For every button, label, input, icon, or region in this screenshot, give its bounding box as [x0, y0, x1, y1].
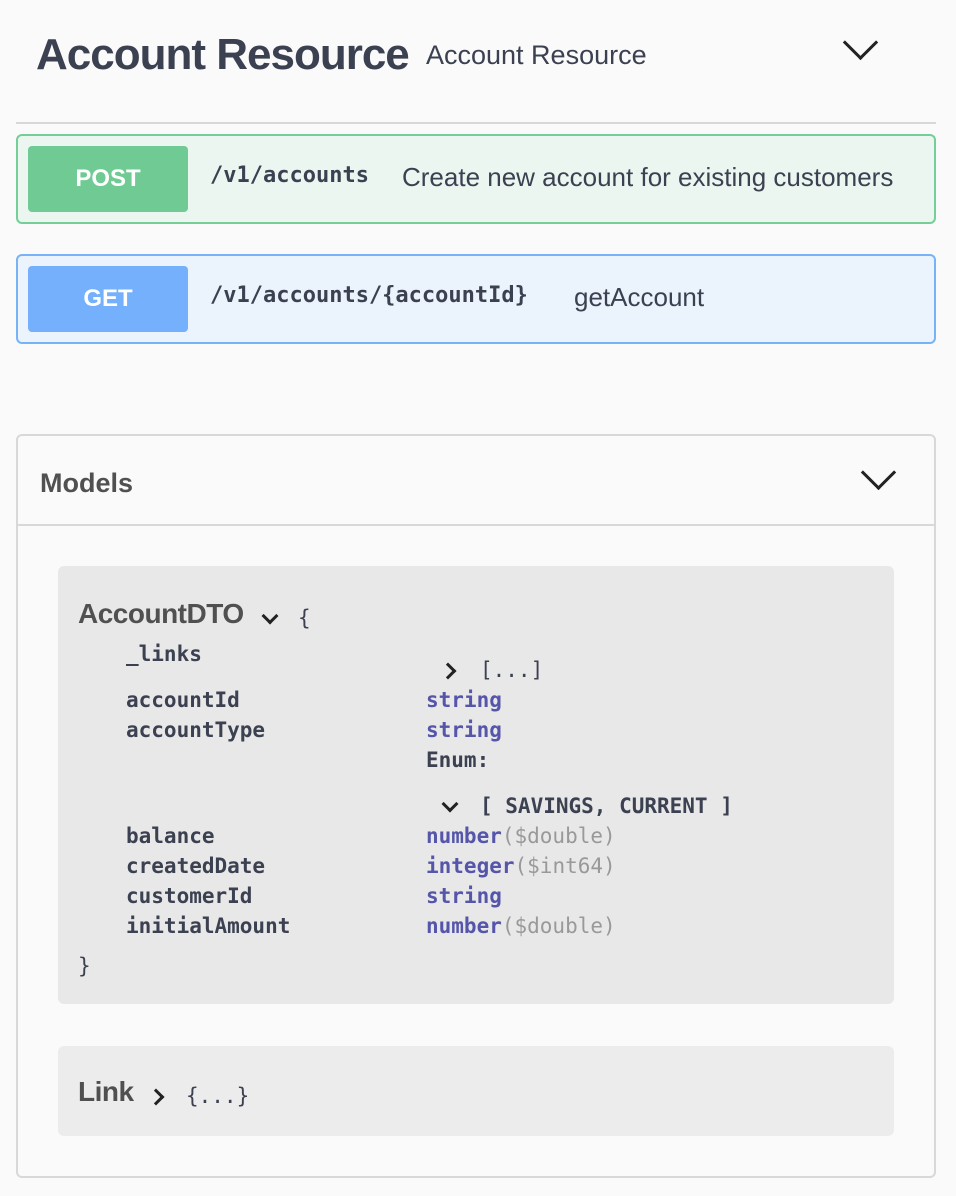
property-type: string	[426, 688, 502, 712]
property-name: balance	[126, 824, 215, 848]
enum-values: [ SAVINGS, CURRENT ]	[480, 794, 733, 818]
property-type-format: number($double)	[426, 824, 616, 848]
models-title: Models	[40, 468, 134, 498]
property-name: _links	[126, 642, 202, 666]
chevron-down-icon[interactable]	[842, 24, 879, 61]
property-name: customerId	[126, 884, 253, 908]
model-open-brace: {	[298, 606, 311, 630]
chevron-down-icon[interactable]	[261, 607, 279, 625]
property-name: accountType	[126, 718, 266, 742]
operation-summary: Create new account for existing customer…	[402, 162, 894, 192]
model-account-dto: AccountDTO { _links [...] accountId stri…	[58, 566, 894, 1004]
tag-title: Account Resource	[36, 30, 410, 79]
model-name[interactable]: Link	[78, 1076, 134, 1108]
chevron-down-icon[interactable]	[441, 795, 459, 813]
operation-path: /v1/accounts	[210, 163, 369, 188]
models-header[interactable]: Models	[18, 436, 934, 526]
operation-path: /v1/accounts/{accountId}	[210, 283, 528, 308]
property-type-format: number($double)	[426, 914, 616, 938]
model-collapsed-value: {...}	[186, 1084, 250, 1108]
property-name: initialAmount	[126, 914, 291, 938]
method-badge-post: POST	[28, 146, 188, 212]
property-type-format: integer($int64)	[426, 854, 616, 878]
tag-description: Account Resource	[426, 40, 647, 70]
tag-section-header[interactable]: Account Resource Account Resource	[16, 0, 936, 124]
model-close-brace: }	[78, 954, 91, 978]
property-name: createdDate	[126, 854, 266, 878]
opblock-post-accounts[interactable]: POST /v1/accounts Create new account for…	[16, 134, 936, 224]
method-badge-get: GET	[28, 266, 188, 332]
chevron-down-icon[interactable]	[860, 454, 897, 491]
model-link[interactable]: Link {...}	[58, 1046, 894, 1136]
opblock-get-account[interactable]: GET /v1/accounts/{accountId} getAccount	[16, 254, 936, 344]
property-name: accountId	[126, 688, 240, 712]
property-type: string	[426, 884, 502, 908]
property-type: string	[426, 718, 502, 742]
property-collapsed-value[interactable]: [...]	[480, 658, 543, 682]
models-section: Models AccountDTO { _links [...] account…	[16, 434, 936, 1178]
operation-summary: getAccount	[574, 282, 705, 312]
enum-label: Enum:	[426, 748, 490, 772]
chevron-right-icon[interactable]	[439, 662, 457, 680]
chevron-right-icon[interactable]	[147, 1088, 165, 1106]
model-name[interactable]: AccountDTO	[78, 598, 244, 630]
